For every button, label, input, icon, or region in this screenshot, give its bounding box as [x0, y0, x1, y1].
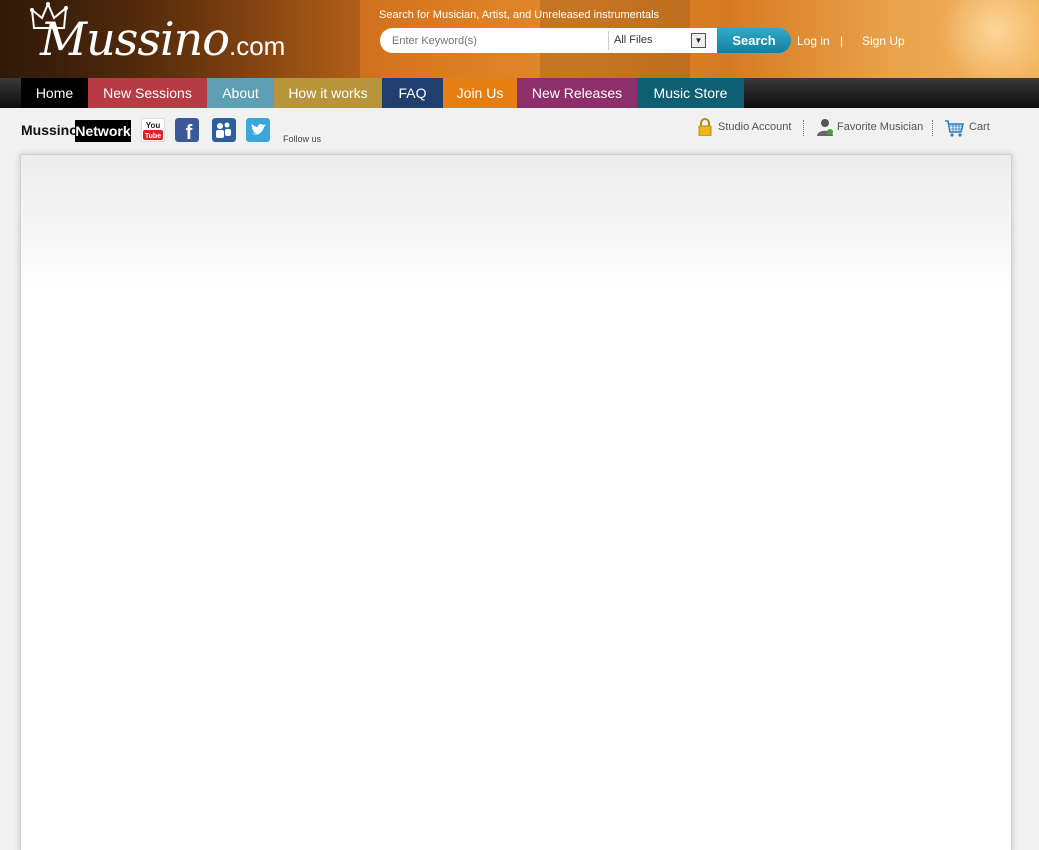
nav-faq[interactable]: FAQ: [382, 78, 443, 108]
nav-music-store[interactable]: Music Store: [637, 78, 744, 108]
cart-link[interactable]: Cart: [969, 121, 990, 133]
signup-link[interactable]: Sign Up: [862, 34, 905, 48]
search-divider: [608, 31, 609, 50]
search-button[interactable]: Search: [717, 28, 791, 53]
header-separator: |: [840, 34, 844, 48]
svg-text:Tube: Tube: [145, 133, 161, 140]
myspace-icon[interactable]: [212, 118, 236, 142]
site-header: Mussino.com Search for Musician, Artist,…: [0, 0, 1039, 78]
svg-text:You: You: [146, 121, 161, 130]
content-panel-header: [21, 155, 1011, 295]
network-badge: Network: [75, 120, 131, 142]
header-shade: [930, 0, 1039, 78]
nav-home[interactable]: Home: [21, 78, 88, 108]
follow-us-label: Follow us: [283, 134, 322, 144]
content-panel: [20, 154, 1012, 850]
nav-about[interactable]: About: [207, 78, 274, 108]
search-caption: Search for Musician, Artist, and Unrelea…: [379, 9, 660, 21]
twitter-icon[interactable]: [246, 118, 270, 142]
search-box: All Files ▼: [380, 28, 717, 53]
logo-main: Mussino: [40, 12, 230, 66]
nav-new-sessions[interactable]: New Sessions: [88, 78, 207, 108]
nav-join-us[interactable]: Join Us: [443, 78, 517, 108]
logo-suffix: .com: [228, 31, 286, 61]
studio-account-link[interactable]: Studio Account: [718, 121, 791, 133]
lock-icon: [698, 118, 712, 136]
toplink-divider: [932, 120, 933, 136]
facebook-icon[interactable]: f: [175, 118, 199, 142]
cart-icon: [945, 120, 964, 137]
login-link[interactable]: Log in: [797, 34, 830, 48]
toplink-divider: [803, 120, 804, 136]
youtube-icon[interactable]: You Tube: [141, 118, 165, 142]
site-logo[interactable]: Mussino.com: [40, 14, 285, 71]
search-input[interactable]: [392, 28, 602, 53]
network-label: Mussino: [21, 122, 78, 138]
favorite-musician-link[interactable]: Favorite Musician: [837, 121, 923, 133]
nav-new-releases[interactable]: New Releases: [517, 78, 637, 108]
user-icon: [817, 119, 833, 136]
svg-text:f: f: [186, 122, 193, 142]
chevron-down-icon[interactable]: ▼: [691, 33, 706, 48]
nav-how-it-works[interactable]: How it works: [274, 78, 382, 108]
main-nav: Home New Sessions About How it works FAQ…: [0, 78, 1039, 108]
